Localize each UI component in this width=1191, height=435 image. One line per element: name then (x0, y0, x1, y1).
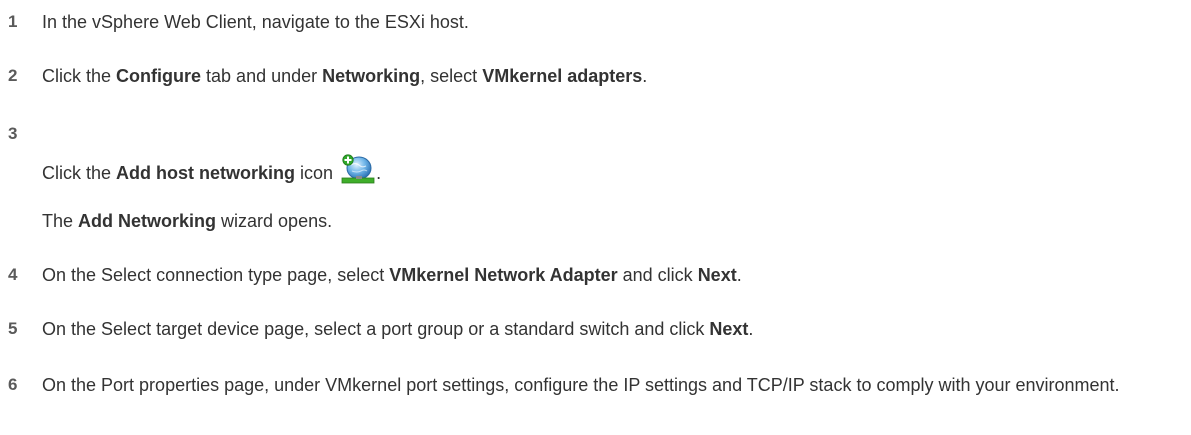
step-text: Click the Configure tab and under Networ… (42, 66, 648, 86)
step-number: 5 (8, 319, 18, 338)
add-host-networking-icon[interactable] (340, 153, 376, 185)
step-text: In the vSphere Web Client, navigate to t… (42, 12, 469, 32)
step-text: Click the Add host networking icon . (42, 153, 1182, 185)
step-number: 4 (8, 265, 18, 284)
step-number: 1 (8, 12, 18, 31)
step-number: 6 (8, 375, 18, 394)
step-text: On the Select target device page, select… (42, 319, 754, 339)
step-number: 2 (8, 66, 18, 85)
step-note-text: The Add Networking wizard opens. (42, 211, 333, 231)
step-number: 3 (8, 124, 18, 143)
step-text: On the Select connection type page, sele… (42, 265, 742, 285)
step-text: On the Port properties page, under VMker… (42, 375, 1120, 395)
